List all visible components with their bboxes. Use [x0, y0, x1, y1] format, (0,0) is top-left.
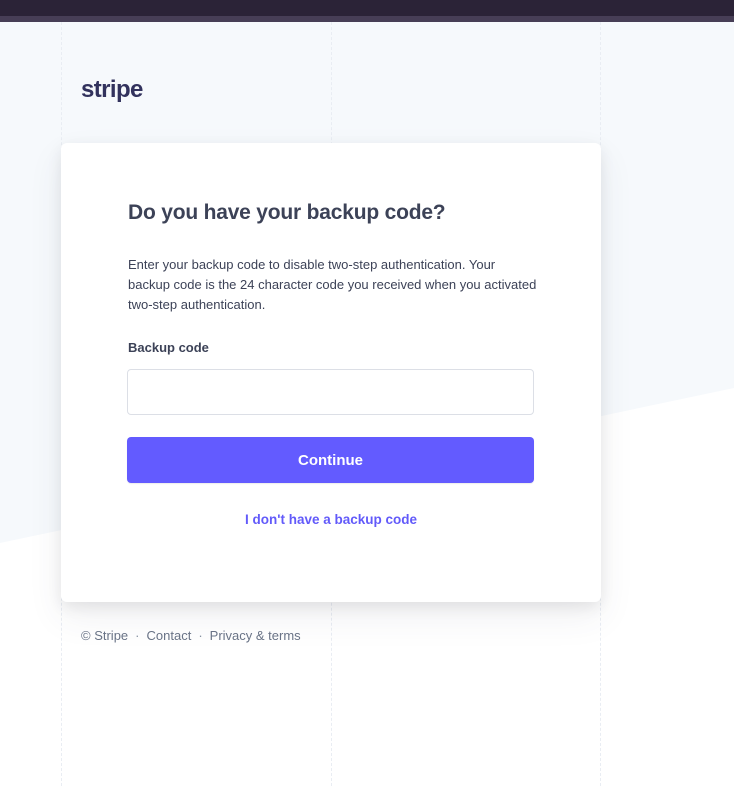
- footer-separator: ·: [135, 628, 140, 643]
- backup-code-card: Do you have your backup code? Enter your…: [61, 143, 601, 602]
- backup-code-input[interactable]: [127, 369, 534, 415]
- copyright-text: © Stripe: [81, 628, 129, 643]
- contact-link[interactable]: Contact: [147, 628, 192, 643]
- no-backup-code-link[interactable]: I don't have a backup code: [61, 512, 601, 527]
- card-description: Enter your backup code to disable two-st…: [128, 257, 537, 312]
- continue-button[interactable]: Continue: [127, 437, 534, 483]
- footer-separator: ·: [198, 628, 203, 643]
- top-bar: [0, 0, 734, 22]
- page-title: Do you have your backup code?: [128, 201, 446, 224]
- privacy-terms-link[interactable]: Privacy & terms: [210, 628, 301, 643]
- backup-code-label: Backup code: [128, 340, 209, 355]
- footer: © Stripe · Contact · Privacy & terms: [81, 628, 301, 643]
- stripe-logo[interactable]: stripe: [81, 76, 143, 104]
- page: stripe Do you have your backup code? Ent…: [0, 0, 734, 786]
